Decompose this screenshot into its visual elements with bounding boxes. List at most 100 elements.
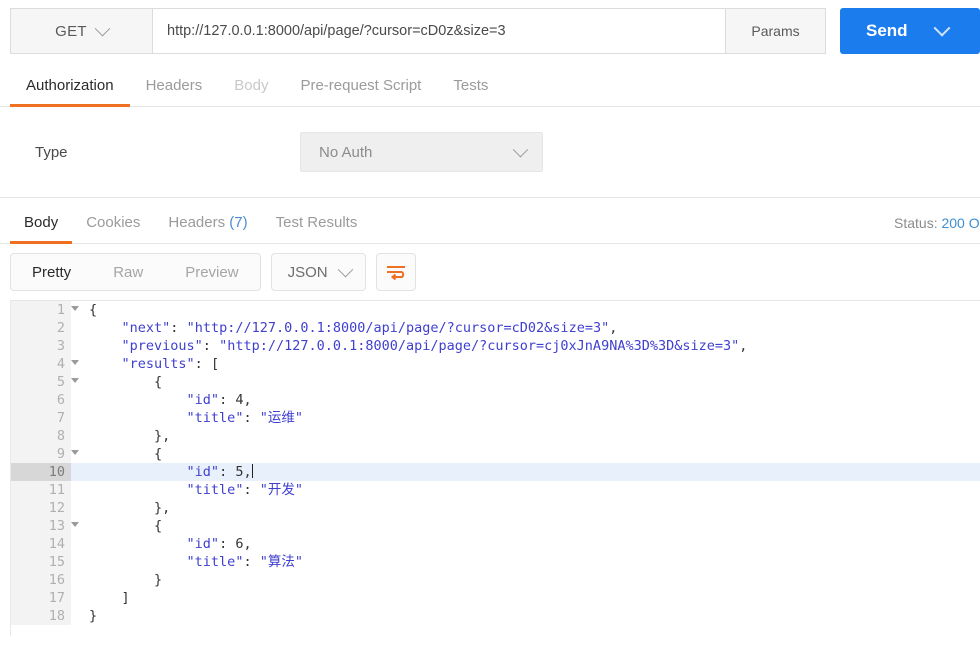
fold-arrow-icon[interactable]	[71, 378, 79, 383]
code-line[interactable]: 12 },	[11, 499, 980, 517]
code-line[interactable]: 6 "id": 4,	[11, 391, 980, 409]
fold-arrow-icon[interactable]	[71, 450, 79, 455]
line-number: 3	[11, 337, 71, 355]
code-line-text: "previous": "http://127.0.0.1:8000/api/p…	[121, 338, 748, 354]
auth-type-value: No Auth	[319, 143, 373, 161]
response-body-toolbar: Pretty Raw Preview JSON	[0, 244, 980, 300]
code-line-text: ]	[89, 590, 130, 606]
tab-tests[interactable]: Tests	[437, 77, 504, 106]
response-body-code-editor[interactable]: 1{2 "next": "http://127.0.0.1:8000/api/p…	[10, 300, 980, 636]
chevron-down-icon	[512, 141, 529, 157]
chevron-down-icon	[337, 261, 353, 277]
line-number: 5	[11, 373, 79, 391]
code-line[interactable]: 2 "next": "http://127.0.0.1:8000/api/pag…	[11, 319, 980, 337]
text-cursor	[251, 464, 253, 478]
response-tab-body[interactable]: Body	[10, 214, 73, 244]
tab-pre-request-script[interactable]: Pre-request Script	[284, 77, 437, 106]
tab-headers[interactable]: Headers	[130, 77, 219, 106]
line-number: 2	[11, 319, 71, 337]
fold-arrow-icon[interactable]	[71, 306, 79, 311]
code-line-text: "next": "http://127.0.0.1:8000/api/page/…	[121, 320, 618, 336]
code-line[interactable]: 18}	[11, 607, 980, 625]
tab-authorization[interactable]: Authorization	[10, 77, 130, 107]
line-number: 8	[11, 427, 71, 445]
code-line[interactable]: 1{	[11, 301, 980, 319]
code-line-text: },	[89, 428, 171, 444]
request-url-bar: GET http://127.0.0.1:8000/api/page/?curs…	[0, 0, 980, 62]
code-line[interactable]: 4 "results": [	[11, 355, 980, 373]
code-line-text: },	[89, 500, 171, 516]
request-url-input[interactable]: http://127.0.0.1:8000/api/page/?cursor=c…	[152, 8, 726, 54]
fold-arrow-icon[interactable]	[71, 360, 79, 365]
send-button-group: Send	[840, 8, 980, 54]
line-number: 12	[11, 499, 71, 517]
code-line[interactable]: 10 "id": 5,	[11, 463, 980, 481]
send-options-button[interactable]	[930, 8, 964, 54]
code-line[interactable]: 13 {	[11, 517, 980, 535]
code-line-text: "id": 6,	[186, 536, 252, 552]
params-button[interactable]: Params	[726, 8, 826, 54]
response-tab-bar: Body Cookies Headers (7) Test Results St…	[0, 198, 980, 244]
body-format-select[interactable]: JSON	[270, 253, 366, 291]
status-code: 200 O	[941, 215, 980, 231]
view-mode-preview[interactable]: Preview	[164, 254, 259, 290]
response-tab-cookies[interactable]: Cookies	[72, 214, 154, 243]
code-line[interactable]: 5 {	[11, 373, 980, 391]
http-method-selector[interactable]: GET	[10, 8, 152, 54]
code-line-text: "id": 4,	[186, 392, 252, 408]
line-number: 6	[11, 391, 71, 409]
authorization-panel: Type No Auth	[0, 107, 980, 197]
auth-type-label: Type	[35, 143, 68, 161]
response-tab-test-results[interactable]: Test Results	[262, 214, 372, 243]
code-line-text: {	[89, 446, 163, 462]
line-number: 11	[11, 481, 71, 499]
http-method-label: GET	[55, 22, 87, 40]
send-button[interactable]: Send	[840, 8, 930, 54]
line-number: 15	[11, 553, 71, 571]
code-line-text: "title": "算法"	[186, 554, 303, 570]
fold-arrow-icon[interactable]	[71, 522, 79, 527]
line-number: 17	[11, 589, 71, 607]
line-number: 9	[11, 445, 79, 463]
response-status: Status: 200 O	[894, 215, 980, 243]
line-number: 1	[11, 301, 79, 319]
code-line-text: "title": "运维"	[186, 410, 303, 426]
line-number: 13	[11, 517, 79, 535]
request-tab-bar: Authorization Headers Body Pre-request S…	[0, 62, 980, 107]
response-headers-count: (7)	[229, 214, 248, 231]
line-number: 14	[11, 535, 71, 553]
code-line[interactable]: 7 "title": "运维"	[11, 409, 980, 427]
code-line[interactable]: 9 {	[11, 445, 980, 463]
code-line-text: {	[89, 518, 163, 534]
body-format-value: JSON	[287, 263, 328, 281]
code-line[interactable]: 11 "title": "开发"	[11, 481, 980, 499]
tab-body[interactable]: Body	[218, 77, 284, 106]
line-number: 4	[11, 355, 79, 373]
code-line-text: }	[89, 608, 98, 624]
word-wrap-icon	[386, 266, 405, 280]
auth-type-select[interactable]: No Auth	[300, 132, 543, 172]
code-line[interactable]: 16 }	[11, 571, 980, 589]
line-number: 7	[11, 409, 71, 427]
line-number: 16	[11, 571, 71, 589]
view-mode-raw[interactable]: Raw	[92, 254, 164, 290]
code-line-text: "results": [	[121, 356, 220, 372]
code-line-text: "title": "开发"	[186, 482, 303, 498]
line-number: 10	[11, 463, 71, 481]
code-line-text: }	[89, 572, 163, 588]
line-number: 18	[11, 607, 71, 625]
code-line[interactable]: 14 "id": 6,	[11, 535, 980, 553]
chevron-down-icon	[933, 19, 951, 37]
word-wrap-toggle[interactable]	[375, 253, 416, 291]
response-tab-headers-label: Headers	[168, 214, 226, 231]
body-view-mode-group: Pretty Raw Preview	[10, 253, 261, 291]
chevron-down-icon	[94, 20, 111, 36]
code-line[interactable]: 17 ]	[11, 589, 980, 607]
view-mode-pretty[interactable]: Pretty	[11, 254, 92, 290]
code-line-text: "id": 5,	[186, 464, 253, 480]
status-label: Status:	[894, 215, 938, 231]
response-tab-headers[interactable]: Headers (7)	[154, 214, 261, 243]
code-line[interactable]: 8 },	[11, 427, 980, 445]
code-line[interactable]: 15 "title": "算法"	[11, 553, 980, 571]
code-line[interactable]: 3 "previous": "http://127.0.0.1:8000/api…	[11, 337, 980, 355]
